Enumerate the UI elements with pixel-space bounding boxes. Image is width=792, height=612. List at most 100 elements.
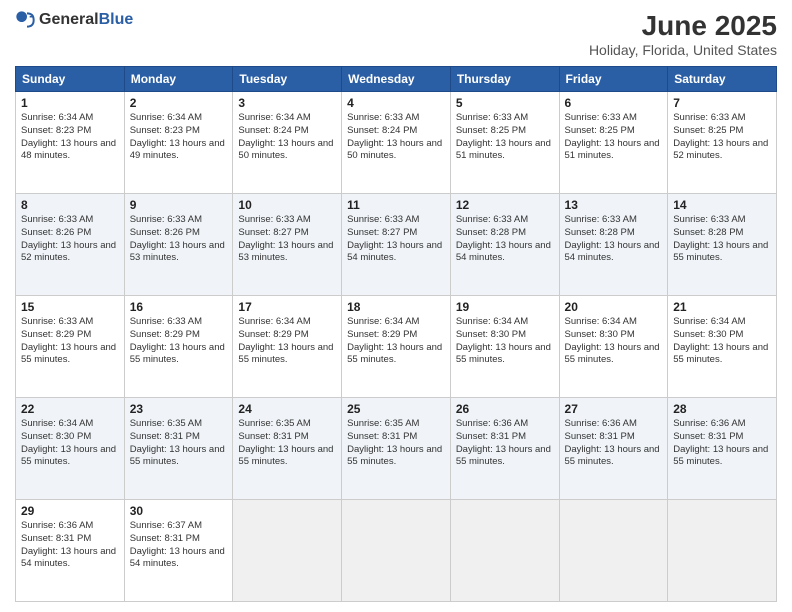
calendar-cell: 29 Sunrise: 6:36 AMSunset: 8:31 PMDayligh… <box>16 500 125 602</box>
calendar-cell: 10 Sunrise: 6:33 AMSunset: 8:27 PMDayligh… <box>233 194 342 296</box>
calendar-cell: 26 Sunrise: 6:36 AMSunset: 8:31 PMDayligh… <box>450 398 559 500</box>
day-info: Sunrise: 6:33 AMSunset: 8:27 PMDaylight:… <box>347 214 445 265</box>
day-number: 20 <box>565 300 663 314</box>
day-info: Sunrise: 6:33 AMSunset: 8:28 PMDaylight:… <box>673 214 771 265</box>
calendar-cell: 13 Sunrise: 6:33 AMSunset: 8:28 PMDayligh… <box>559 194 668 296</box>
day-number: 7 <box>673 96 771 110</box>
day-number: 15 <box>21 300 119 314</box>
calendar-week-1: 1Sunrise: 6:34 AMSunset: 8:23 PMDaylight… <box>16 92 777 194</box>
day-info: Sunrise: 6:33 AMSunset: 8:29 PMDaylight:… <box>21 316 119 367</box>
calendar-week-5: 29 Sunrise: 6:36 AMSunset: 8:31 PMDayligh… <box>16 500 777 602</box>
day-number: 28 <box>673 402 771 416</box>
day-info: Sunrise: 6:35 AMSunset: 8:31 PMDaylight:… <box>347 418 445 469</box>
calendar-cell: 6Sunrise: 6:33 AMSunset: 8:25 PMDaylight… <box>559 92 668 194</box>
col-tuesday: Tuesday <box>233 67 342 92</box>
day-info: Sunrise: 6:34 AMSunset: 8:29 PMDaylight:… <box>238 316 336 367</box>
calendar-cell <box>233 500 342 602</box>
day-info: Sunrise: 6:33 AMSunset: 8:25 PMDaylight:… <box>565 112 663 163</box>
day-info: Sunrise: 6:33 AMSunset: 8:28 PMDaylight:… <box>565 214 663 265</box>
day-number: 19 <box>456 300 554 314</box>
calendar-cell: 17 Sunrise: 6:34 AMSunset: 8:29 PMDayligh… <box>233 296 342 398</box>
day-number: 22 <box>21 402 119 416</box>
day-number: 29 <box>21 504 119 518</box>
calendar-week-2: 8Sunrise: 6:33 AMSunset: 8:26 PMDaylight… <box>16 194 777 296</box>
calendar-cell: 24Sunrise: 6:35 AMSunset: 8:31 PMDayligh… <box>233 398 342 500</box>
col-wednesday: Wednesday <box>342 67 451 92</box>
day-number: 26 <box>456 402 554 416</box>
calendar-cell: 4 Sunrise: 6:33 AMSunset: 8:24 PMDaylight… <box>342 92 451 194</box>
day-number: 9 <box>130 198 228 212</box>
calendar-cell: 18 Sunrise: 6:34 AMSunset: 8:29 PMDayligh… <box>342 296 451 398</box>
day-number: 30 <box>130 504 228 518</box>
calendar-cell <box>450 500 559 602</box>
logo-general-text: General <box>39 11 99 28</box>
calendar-cell: 25 Sunrise: 6:35 AMSunset: 8:31 PMDayligh… <box>342 398 451 500</box>
day-info: Sunrise: 6:36 AMSunset: 8:31 PMDaylight:… <box>456 418 554 469</box>
day-info: Sunrise: 6:36 AMSunset: 8:31 PMDaylight:… <box>565 418 663 469</box>
page: GeneralBlue June 2025 Holiday, Florida, … <box>0 0 792 612</box>
day-info: Sunrise: 6:36 AMSunset: 8:31 PMDaylight:… <box>21 520 119 571</box>
month-title: June 2025 <box>589 10 777 42</box>
day-info: Sunrise: 6:34 AMSunset: 8:23 PMDaylight:… <box>21 112 119 163</box>
day-number: 4 <box>347 96 445 110</box>
day-info: Sunrise: 6:37 AMSunset: 8:31 PMDaylight:… <box>130 520 228 571</box>
calendar-cell: 22 Sunrise: 6:34 AMSunset: 8:30 PMDayligh… <box>16 398 125 500</box>
day-info: Sunrise: 6:35 AMSunset: 8:31 PMDaylight:… <box>238 418 336 469</box>
day-number: 27 <box>565 402 663 416</box>
day-number: 18 <box>347 300 445 314</box>
day-number: 10 <box>238 198 336 212</box>
col-saturday: Saturday <box>668 67 777 92</box>
calendar-cell: 2 Sunrise: 6:34 AMSunset: 8:23 PMDaylight… <box>124 92 233 194</box>
calendar-cell <box>668 500 777 602</box>
calendar-cell: 20Sunrise: 6:34 AMSunset: 8:30 PMDayligh… <box>559 296 668 398</box>
calendar-cell: 7 Sunrise: 6:33 AMSunset: 8:25 PMDaylight… <box>668 92 777 194</box>
calendar-cell: 3Sunrise: 6:34 AMSunset: 8:24 PMDaylight… <box>233 92 342 194</box>
day-info: Sunrise: 6:33 AMSunset: 8:25 PMDaylight:… <box>456 112 554 163</box>
day-number: 21 <box>673 300 771 314</box>
day-info: Sunrise: 6:33 AMSunset: 8:29 PMDaylight:… <box>130 316 228 367</box>
calendar-week-4: 22 Sunrise: 6:34 AMSunset: 8:30 PMDayligh… <box>16 398 777 500</box>
col-sunday: Sunday <box>16 67 125 92</box>
day-info: Sunrise: 6:33 AMSunset: 8:25 PMDaylight:… <box>673 112 771 163</box>
calendar-cell: 14 Sunrise: 6:33 AMSunset: 8:28 PMDayligh… <box>668 194 777 296</box>
calendar-cell: 28 Sunrise: 6:36 AMSunset: 8:31 PMDayligh… <box>668 398 777 500</box>
location-title: Holiday, Florida, United States <box>589 42 777 58</box>
day-info: Sunrise: 6:33 AMSunset: 8:26 PMDaylight:… <box>21 214 119 265</box>
day-number: 2 <box>130 96 228 110</box>
calendar-cell: 9 Sunrise: 6:33 AMSunset: 8:26 PMDaylight… <box>124 194 233 296</box>
day-info: Sunrise: 6:33 AMSunset: 8:24 PMDaylight:… <box>347 112 445 163</box>
logo: GeneralBlue <box>15 10 133 30</box>
calendar-cell: 27 Sunrise: 6:36 AMSunset: 8:31 PMDayligh… <box>559 398 668 500</box>
day-info: Sunrise: 6:34 AMSunset: 8:30 PMDaylight:… <box>456 316 554 367</box>
day-number: 13 <box>565 198 663 212</box>
day-number: 14 <box>673 198 771 212</box>
day-number: 12 <box>456 198 554 212</box>
day-info: Sunrise: 6:34 AMSunset: 8:30 PMDaylight:… <box>21 418 119 469</box>
calendar-cell: 19 Sunrise: 6:34 AMSunset: 8:30 PMDayligh… <box>450 296 559 398</box>
calendar-cell: 12 Sunrise: 6:33 AMSunset: 8:28 PMDayligh… <box>450 194 559 296</box>
day-info: Sunrise: 6:34 AMSunset: 8:29 PMDaylight:… <box>347 316 445 367</box>
calendar-cell: 11 Sunrise: 6:33 AMSunset: 8:27 PMDayligh… <box>342 194 451 296</box>
day-info: Sunrise: 6:34 AMSunset: 8:30 PMDaylight:… <box>673 316 771 367</box>
calendar-cell: 21 Sunrise: 6:34 AMSunset: 8:30 PMDayligh… <box>668 296 777 398</box>
day-info: Sunrise: 6:34 AMSunset: 8:24 PMDaylight:… <box>238 112 336 163</box>
calendar-cell: 16Sunrise: 6:33 AMSunset: 8:29 PMDayligh… <box>124 296 233 398</box>
day-info: Sunrise: 6:33 AMSunset: 8:28 PMDaylight:… <box>456 214 554 265</box>
day-info: Sunrise: 6:34 AMSunset: 8:23 PMDaylight:… <box>130 112 228 163</box>
day-number: 25 <box>347 402 445 416</box>
day-number: 11 <box>347 198 445 212</box>
calendar-table: Sunday Monday Tuesday Wednesday Thursday… <box>15 66 777 602</box>
calendar-cell <box>342 500 451 602</box>
day-info: Sunrise: 6:33 AMSunset: 8:27 PMDaylight:… <box>238 214 336 265</box>
col-thursday: Thursday <box>450 67 559 92</box>
header-row: Sunday Monday Tuesday Wednesday Thursday… <box>16 67 777 92</box>
day-info: Sunrise: 6:35 AMSunset: 8:31 PMDaylight:… <box>130 418 228 469</box>
calendar-cell: 23 Sunrise: 6:35 AMSunset: 8:31 PMDayligh… <box>124 398 233 500</box>
day-number: 17 <box>238 300 336 314</box>
day-number: 23 <box>130 402 228 416</box>
calendar-cell <box>559 500 668 602</box>
day-info: Sunrise: 6:33 AMSunset: 8:26 PMDaylight:… <box>130 214 228 265</box>
calendar-cell: 1Sunrise: 6:34 AMSunset: 8:23 PMDaylight… <box>16 92 125 194</box>
col-monday: Monday <box>124 67 233 92</box>
day-info: Sunrise: 6:36 AMSunset: 8:31 PMDaylight:… <box>673 418 771 469</box>
